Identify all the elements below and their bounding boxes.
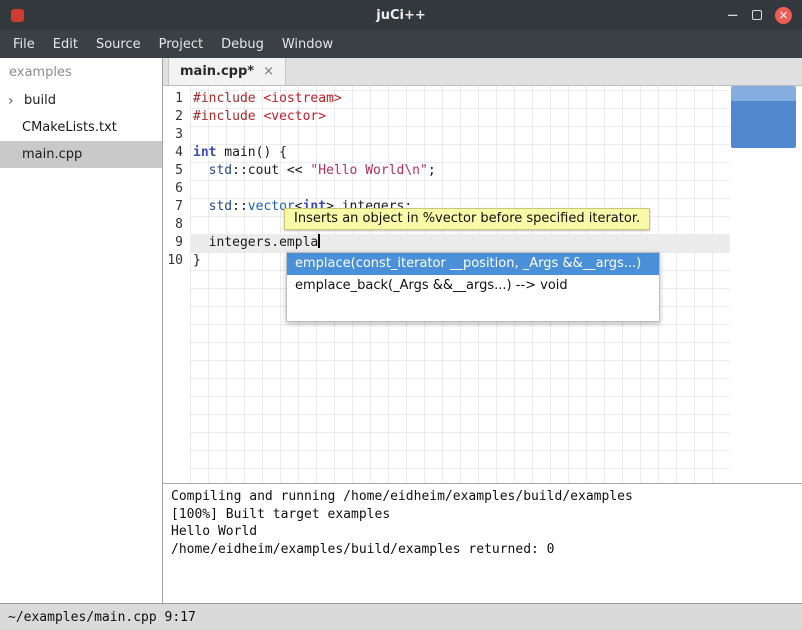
menu-file[interactable]: File [4,30,44,58]
code-lines: 1#include <iostream>2#include <vector>34… [163,86,802,270]
code-line-2[interactable]: 2#include <vector> [163,108,802,126]
line-number: 6 [163,180,190,198]
code-line-4[interactable]: 4int main() { [163,144,802,162]
close-button[interactable]: × [775,7,792,24]
tab-main-cpp[interactable]: main.cpp* × [168,58,286,85]
file-label: CMakeLists.txt [22,120,117,135]
sidebar-item-cmakelists-txt[interactable]: CMakeLists.txt [0,114,162,141]
file-browser-sidebar: examples › build CMakeLists.txt main.cpp [0,58,163,603]
line-number: 3 [163,126,190,144]
project-name-label: examples [0,58,162,87]
line-content: int main() { [190,144,802,162]
statusbar-file-position: ~/examples/main.cpp 9:17 [8,610,196,625]
menu-project[interactable]: Project [150,30,212,58]
line-content: #include <iostream> [190,90,802,108]
line-number: 4 [163,144,190,162]
jucipp-window: juCi++ − × FileEditSourceProjectDebugWin… [0,0,802,630]
build-output-terminal: Compiling and running /home/eidheim/exam… [163,484,802,603]
sidebar-item-main-cpp[interactable]: main.cpp [0,141,162,168]
line-number: 8 [163,216,190,234]
window-controls: − × [726,7,802,24]
code-line-3[interactable]: 3 [163,126,802,144]
tab-close-icon[interactable]: × [263,64,274,79]
line-content: integers.empla [190,234,802,252]
titlebar: juCi++ − × [0,0,802,30]
line-number: 5 [163,162,190,180]
file-label: main.cpp [22,147,82,162]
minimize-button[interactable]: − [726,8,739,23]
chevron-right-icon[interactable]: › [8,94,18,108]
file-tree: › build CMakeLists.txt main.cpp [0,87,162,168]
line-number: 7 [163,198,190,216]
code-line-5[interactable]: 5 std::cout << "Hello World\n"; [163,162,802,180]
line-content: std::cout << "Hello World\n"; [190,162,802,180]
maximize-button[interactable] [752,10,762,20]
terminal-line-3: /home/eidheim/examples/build/examples re… [171,541,794,559]
main-area: main.cpp* × 1#include <iostream>2#includ… [163,58,802,603]
menu-edit[interactable]: Edit [44,30,87,58]
window-title: juCi++ [0,8,802,23]
line-number: 9 [163,234,190,252]
menu-source[interactable]: Source [87,30,150,58]
menu-window[interactable]: Window [273,30,342,58]
line-content: #include <vector> [190,108,802,126]
text-cursor [318,234,320,248]
line-number: 2 [163,108,190,126]
sidebar-item-build[interactable]: › build [0,87,162,114]
line-number: 1 [163,90,190,108]
line-content [190,180,802,198]
code-line-9[interactable]: 9 integers.empla [163,234,802,252]
terminal-line-1: [100%] Built target examples [171,506,794,524]
tab-label: main.cpp* [180,64,254,79]
code-line-1[interactable]: 1#include <iostream> [163,90,802,108]
code-line-6[interactable]: 6 [163,180,802,198]
line-number: 10 [163,252,190,270]
tabbar: main.cpp* × [163,58,802,86]
app-icon [11,9,24,22]
menubar: FileEditSourceProjectDebugWindow [0,30,802,58]
window-body: examples › build CMakeLists.txt main.cpp ma… [0,58,802,603]
scrollbar-track [730,86,802,483]
statusbar: ~/examples/main.cpp 9:17 [0,603,802,630]
doc-tooltip: Inserts an object in %vector before spec… [284,208,650,230]
scrollbar-thumb[interactable] [731,86,796,148]
completion-item-1[interactable]: emplace_back(_Args &&__args...) --> void [287,275,659,297]
terminal-line-2: Hello World [171,523,794,541]
code-editor[interactable]: 1#include <iostream>2#include <vector>34… [163,86,802,484]
line-content [190,126,802,144]
menu-debug[interactable]: Debug [212,30,273,58]
terminal-line-0: Compiling and running /home/eidheim/exam… [171,488,794,506]
autocomplete-popup: emplace(const_iterator __position, _Args… [286,252,660,322]
completion-item-0[interactable]: emplace(const_iterator __position, _Args… [287,253,659,275]
file-label: build [24,93,56,108]
